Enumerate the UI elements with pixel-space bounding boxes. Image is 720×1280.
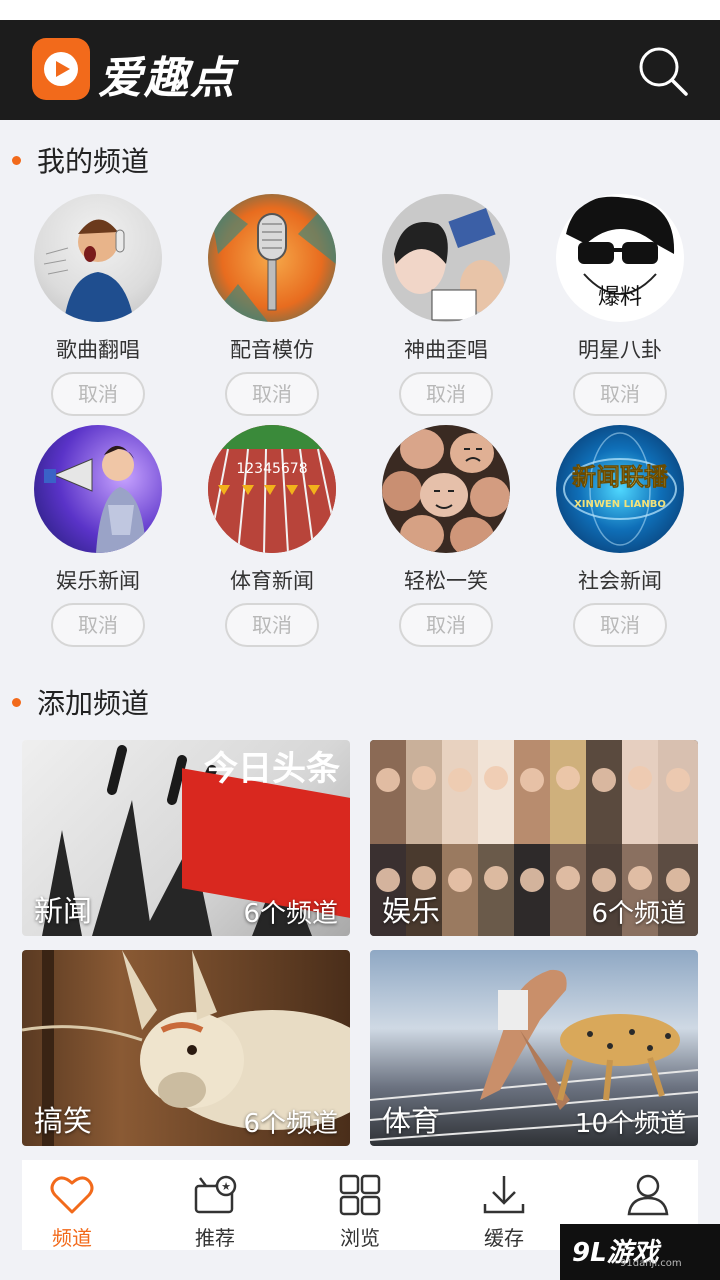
status-bar xyxy=(0,0,720,20)
news-broadcast-photo: 新闻联播 XINWEN LIANBO xyxy=(556,425,684,553)
eggs-faces-photo xyxy=(382,425,510,553)
download-icon xyxy=(483,1176,525,1214)
channel-label: 歌曲翻唱 xyxy=(56,338,140,362)
microphone-photo xyxy=(208,194,336,322)
broadcast-title-text: 新闻联播 xyxy=(572,463,669,491)
channel-item-society-news[interactable]: 新闻联播 XINWEN LIANBO 社会新闻 取消 xyxy=(533,425,707,647)
tab-label: 推荐 xyxy=(195,1226,235,1250)
category-card-sports[interactable]: 体育 10个频道 xyxy=(370,950,698,1146)
app-header: 爱趣点 xyxy=(0,20,720,120)
my-channels-title: 我的频道 xyxy=(12,140,149,180)
app-logo-icon xyxy=(32,38,90,100)
channel-item-dubbing[interactable]: 配音模仿 取消 xyxy=(185,194,359,416)
channel-item-funny[interactable]: 轻松一笑 取消 xyxy=(359,425,533,647)
cancel-button[interactable]: 取消 xyxy=(399,372,493,416)
add-channels-title: 添加频道 xyxy=(12,682,149,722)
site-watermark: 9L游戏 91danji.com xyxy=(560,1224,720,1280)
track-numbers-text: 12345678 xyxy=(236,461,307,477)
gossip-overlay-text: 爆料 xyxy=(598,285,642,310)
tab-cache[interactable]: 缓存 xyxy=(454,1160,554,1250)
channel-item-parody[interactable]: 神曲歪唱 取消 xyxy=(359,194,533,416)
channel-item-entertainment-news[interactable]: 娱乐新闻 取消 xyxy=(11,425,185,647)
channel-label: 轻松一笑 xyxy=(404,569,488,593)
channel-label: 明星八卦 xyxy=(578,338,662,362)
news-banner-text: 今日头条 xyxy=(204,749,340,789)
category-card-funny[interactable]: 搞笑 6个频道 xyxy=(22,950,350,1146)
card-count: 6个频道 xyxy=(243,1109,338,1139)
bullet-dot xyxy=(12,155,21,165)
card-category: 娱乐 xyxy=(382,894,441,928)
cancel-button[interactable]: 取消 xyxy=(573,372,667,416)
cancel-button[interactable]: 取消 xyxy=(51,603,145,647)
card-count: 10个频道 xyxy=(574,1109,686,1139)
user-icon xyxy=(627,1174,669,1216)
sunglasses-meme-photo: 爆料 xyxy=(556,194,684,322)
channel-item-gossip[interactable]: 爆料 明星八卦 取消 xyxy=(533,194,707,416)
tab-recommend[interactable]: ★ 推荐 xyxy=(165,1160,265,1250)
search-button[interactable] xyxy=(632,40,692,100)
channel-item-sports-news[interactable]: 12345678 体育新闻 取消 xyxy=(185,425,359,647)
cancel-button[interactable]: 取消 xyxy=(399,603,493,647)
heart-icon xyxy=(50,1176,94,1214)
card-count: 6个频道 xyxy=(243,899,338,929)
channel-label: 配音模仿 xyxy=(230,338,314,362)
svg-text:★: ★ xyxy=(221,1180,231,1193)
tab-label: 频道 xyxy=(52,1226,92,1250)
category-card-entertainment[interactable]: 娱乐 6个频道 xyxy=(370,740,698,936)
search-icon xyxy=(639,47,688,96)
channel-label: 体育新闻 xyxy=(230,569,314,593)
card-category: 搞笑 xyxy=(34,1104,93,1138)
watermark-url: 91danji.com xyxy=(620,1258,682,1269)
broadcast-subtitle-text: XINWEN LIANBO xyxy=(574,499,666,510)
cancel-button[interactable]: 取消 xyxy=(573,603,667,647)
cancel-button[interactable]: 取消 xyxy=(225,372,319,416)
tab-channels[interactable]: 频道 xyxy=(22,1160,122,1250)
card-category: 新闻 xyxy=(34,894,93,928)
cancel-button[interactable]: 取消 xyxy=(51,372,145,416)
tv-star-icon: ★ xyxy=(194,1175,237,1214)
singer-photo xyxy=(34,194,162,322)
tab-label: 浏览 xyxy=(340,1226,380,1250)
channel-label: 娱乐新闻 xyxy=(56,569,140,593)
tab-label: 缓存 xyxy=(484,1226,524,1250)
card-category: 体育 xyxy=(382,1104,441,1138)
category-card-news[interactable]: 今日头条 新闻 6个频道 xyxy=(22,740,350,936)
card-count: 6个频道 xyxy=(591,899,686,929)
app-title: 爱趣点 xyxy=(98,53,236,104)
meme-photo xyxy=(382,194,510,322)
bullet-dot xyxy=(12,697,21,707)
channel-label: 社会新闻 xyxy=(578,569,662,593)
tab-browse[interactable]: 浏览 xyxy=(310,1160,410,1250)
cancel-button[interactable]: 取消 xyxy=(225,603,319,647)
running-track-photo: 12345678 xyxy=(208,425,336,553)
channel-item-singing[interactable]: 歌曲翻唱 取消 xyxy=(11,194,185,416)
megaphone-photo xyxy=(34,425,162,553)
grid-icon xyxy=(339,1174,381,1216)
channel-label: 神曲歪唱 xyxy=(404,338,488,362)
